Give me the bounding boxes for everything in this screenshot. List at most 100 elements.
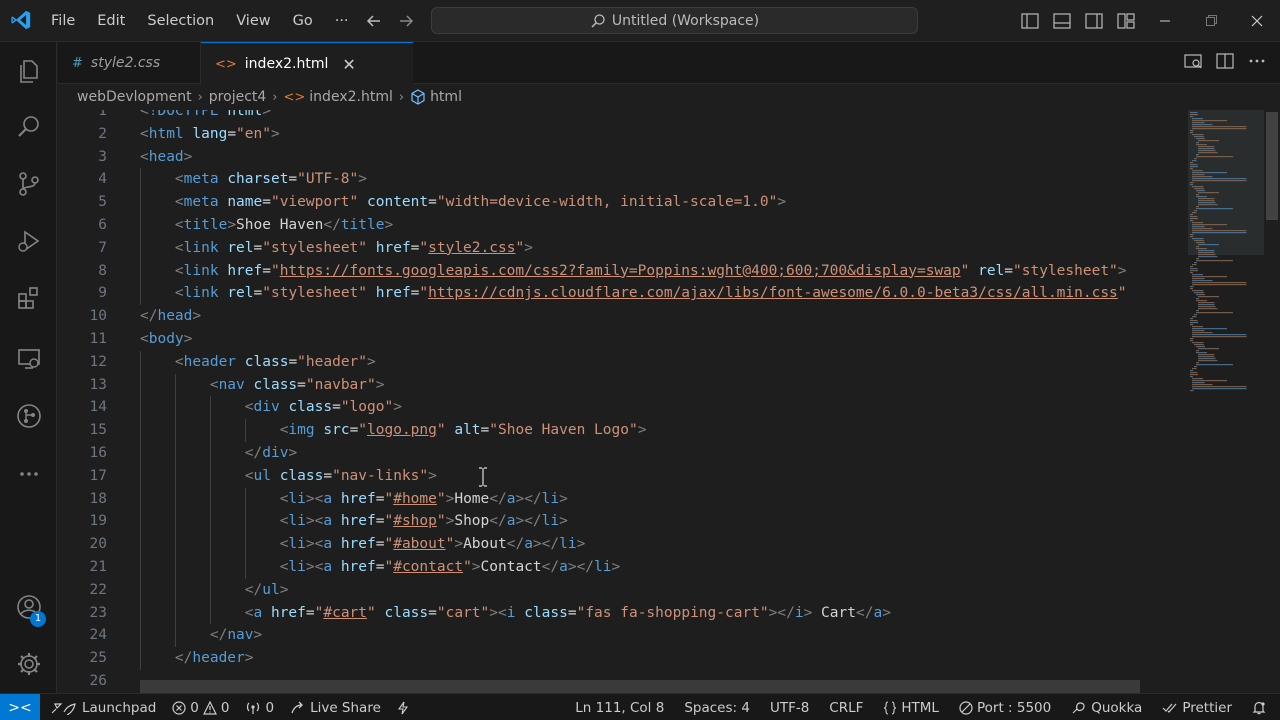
scrollbar-thumb[interactable] (1266, 112, 1278, 220)
language-mode[interactable]: HTML (883, 700, 939, 716)
code-line[interactable]: <header class="header"> (140, 350, 1190, 374)
vertical-scrollbar[interactable] (1264, 110, 1278, 693)
code-line[interactable]: <head> (140, 146, 1190, 169)
code-line[interactable]: <li><a href="#contact">Contact</a></li> (140, 555, 1190, 579)
cursor-position[interactable]: Ln 111, Col 8 (575, 700, 664, 716)
launchpad-item[interactable]: Launchpad (50, 700, 156, 716)
line-number: 17 (89, 467, 107, 484)
menu-selection[interactable]: Selection (136, 0, 225, 42)
indent-guide (140, 578, 141, 602)
remote-explorer-icon[interactable] (0, 335, 57, 383)
tab-style2-css[interactable]: # style2.css (58, 42, 201, 84)
double-check-icon (1162, 703, 1177, 713)
code-lines[interactable]: <!DOCTYPE html> <html lang="en"> <head> <m… (140, 110, 1190, 693)
code-line[interactable]: <div class="logo"> (140, 396, 1190, 420)
minimap[interactable] (1188, 110, 1264, 693)
extensions-icon[interactable] (0, 274, 57, 322)
more-actions-icon[interactable] (1248, 52, 1266, 74)
split-editor-icon[interactable] (1216, 52, 1234, 74)
tab-index2-html[interactable]: <> index2.html ✕ (201, 42, 413, 85)
lightning-item[interactable] (397, 701, 409, 715)
code-line[interactable]: </header> (140, 647, 1190, 670)
code-line[interactable]: </div> (140, 441, 1190, 465)
code-line[interactable]: <li><a href="#home">Home</a></li> (140, 487, 1190, 511)
code-line[interactable]: <html lang="en"> (140, 123, 1190, 146)
menu-file[interactable]: File (40, 0, 86, 42)
breadcrumb-item[interactable]: index2.html (309, 89, 393, 105)
forward-arrow-icon[interactable] (394, 9, 418, 33)
indentation[interactable]: Spaces: 4 (684, 700, 750, 716)
indent-guide (140, 555, 141, 579)
minimize-icon[interactable] (1142, 0, 1188, 42)
menu-go[interactable]: Go (282, 0, 324, 42)
menu-view[interactable]: View (225, 0, 281, 42)
indent-guide (209, 601, 211, 625)
vscode-logo-icon[interactable] (10, 9, 32, 31)
menu-more[interactable]: ··· (324, 0, 360, 42)
manage-gear-icon[interactable] (0, 640, 57, 688)
code-line[interactable]: <nav class="navbar"> (140, 373, 1190, 397)
code-line[interactable]: <li><a href="#shop">Shop</a></li> (140, 510, 1190, 534)
source-control-icon[interactable] (0, 160, 57, 208)
code-line[interactable]: <link rel="stylesheet" href="https://cdn… (140, 282, 1190, 306)
minimap-line (1196, 246, 1199, 248)
restore-icon[interactable] (1188, 0, 1234, 42)
indent-guide (209, 510, 211, 534)
open-preview-icon[interactable] (1184, 52, 1202, 74)
code-line[interactable]: </head> (140, 305, 1190, 328)
code-line[interactable]: <a href="#cart" class="cart"><i class="f… (140, 601, 1190, 625)
code-line[interactable]: <link href="https://fonts.googleapis.com… (140, 259, 1190, 283)
accounts-icon[interactable]: 1 (0, 583, 57, 631)
end-of-line[interactable]: CRLF (829, 700, 863, 716)
menu-edit[interactable]: Edit (86, 0, 136, 42)
explorer-icon[interactable] (0, 47, 57, 95)
quokka-item[interactable]: Quokka (1071, 700, 1142, 716)
more-views-icon[interactable] (0, 450, 57, 498)
live-share-item[interactable]: Live Share (290, 700, 381, 716)
css-hash-icon: # (72, 55, 83, 71)
code-line[interactable]: <body> (140, 328, 1190, 351)
code-line[interactable]: <!DOCTYPE html> (140, 110, 1190, 123)
code-line[interactable]: <meta name="viewport" content="width=dev… (140, 191, 1190, 214)
code-editor[interactable]: 1 2 3 4 5 6 7 8 9 10 11 12 13 14 15 16 17 18 19 20 21 22 23 24 2… (58, 110, 1280, 693)
close-window-icon[interactable] (1234, 0, 1280, 42)
close-tab-icon[interactable]: ✕ (342, 55, 355, 74)
run-debug-icon[interactable] (0, 217, 57, 265)
git-graph-icon[interactable] (0, 392, 57, 440)
minimap-line (1192, 172, 1227, 174)
code-line[interactable]: <meta charset="UTF-8"> (140, 168, 1190, 192)
encoding[interactable]: UTF-8 (770, 700, 809, 716)
problems-item[interactable]: 0 0 (172, 700, 229, 716)
indent-guide (140, 282, 141, 306)
prettier-item[interactable]: Prettier (1162, 700, 1232, 716)
minimap-line (1198, 148, 1215, 150)
ports-item[interactable]: 0 (245, 700, 274, 716)
search-view-icon[interactable] (0, 103, 57, 151)
code-line[interactable]: </ul> (140, 578, 1190, 602)
remote-indicator[interactable]: >< (0, 694, 40, 720)
indent-guide (174, 373, 176, 397)
breadcrumb-item[interactable]: project4 (209, 89, 267, 105)
code-line[interactable]: <ul class="nav-links"> (140, 464, 1190, 488)
minimap-line (1192, 330, 1205, 332)
code-line[interactable]: <li><a href="#about">About</a></li> (140, 533, 1190, 556)
code-line[interactable]: <img src="logo.png" alt="Shoe Haven Logo… (140, 419, 1190, 442)
toggle-panel-icon[interactable] (1046, 0, 1078, 42)
notifications-item[interactable] (1252, 701, 1266, 715)
command-center-search[interactable]: Untitled (Workspace) (431, 7, 918, 34)
breadcrumb-item[interactable]: webDevlopment (77, 89, 192, 105)
horizontal-scrollbar[interactable] (140, 680, 1140, 693)
back-arrow-icon[interactable] (362, 9, 386, 33)
toggle-secondary-sidebar-icon[interactable] (1078, 0, 1110, 42)
code-line[interactable]: </nav> (140, 624, 1190, 648)
live-server-port[interactable]: Port : 5500 (959, 700, 1051, 716)
indent-guide (140, 373, 141, 397)
breadcrumb-item[interactable]: html (430, 89, 462, 105)
minimap-line (1194, 158, 1197, 160)
customize-layout-icon[interactable] (1110, 0, 1142, 42)
toggle-primary-sidebar-icon[interactable] (1014, 0, 1046, 42)
code-line[interactable]: <link rel="stylesheet" href="style2.css"… (140, 236, 1190, 260)
minimap-line (1190, 164, 1198, 166)
code-line[interactable]: <title>Shoe Haven</title> (140, 213, 1190, 237)
minimap-line (1194, 136, 1204, 138)
